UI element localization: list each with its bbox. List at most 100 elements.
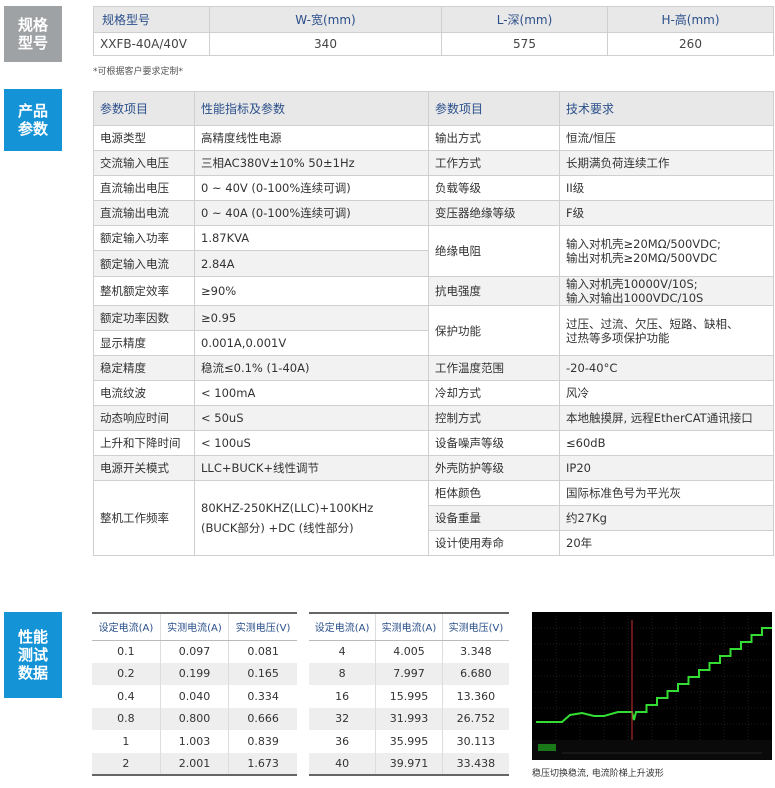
tech-param-value: II级 xyxy=(559,175,774,201)
set-current-cell: 2 xyxy=(92,752,161,776)
param-name: 上升和下降时间 xyxy=(93,430,195,456)
measured-voltage-cell: 6.680 xyxy=(442,662,509,685)
measured-current-cell: 0.097 xyxy=(160,640,230,663)
tech-param-name: 设计使用寿命 xyxy=(428,530,560,556)
set-current-cell: 0.2 xyxy=(92,662,161,685)
param-value: < 100mA xyxy=(194,380,429,406)
scope-status-bar xyxy=(532,740,772,760)
test-row: 4 4.005 3.348 xyxy=(309,640,509,663)
measured-current-cell: 0.040 xyxy=(160,685,230,708)
measured-current-cell: 39.971 xyxy=(375,752,443,776)
tech-param-name: 设备噪声等级 xyxy=(428,430,560,456)
measured-current-cell: 0.199 xyxy=(160,662,230,685)
tech-param-value: ≤60dB xyxy=(559,430,774,456)
param-value: 80KHZ-250KHZ(LLC)+100KHz (BUCK部分) +DC (线… xyxy=(194,480,429,556)
param-item-header: 参数项目 xyxy=(93,91,195,126)
tech-param-name: 外壳防护等级 xyxy=(428,455,560,481)
param-value: 稳流≤0.1% (1-40A) xyxy=(194,355,429,381)
test-row: 0.1 0.097 0.081 xyxy=(92,640,297,663)
set-current-cell: 1 xyxy=(92,730,161,753)
tech-param-name: 输出方式 xyxy=(428,125,560,151)
model-value: XXFB-40A/40V xyxy=(93,32,210,56)
param-value: 0.001A,0.001V xyxy=(194,330,429,356)
measured-current-cell: 4.005 xyxy=(375,640,443,663)
tech-param-name: 保护功能 xyxy=(428,305,560,356)
test-row: 16 15.995 13.360 xyxy=(309,685,509,708)
tech-requirement-header: 技术要求 xyxy=(559,91,774,126)
param-name: 额定输入电流 xyxy=(93,250,195,277)
measured-current-cell: 35.995 xyxy=(375,730,443,753)
depth-value: 575 xyxy=(441,32,608,56)
set-current-cell: 0.4 xyxy=(92,685,161,708)
section-label-params: 产品 参数 xyxy=(4,89,62,151)
measured-voltage-cell: 30.113 xyxy=(456,734,496,748)
param-name: 电源开关模式 xyxy=(93,455,195,481)
tech-param-value: 输入对机壳≥20MΩ/500VDC; 输出对机壳≥20MΩ/500VDC xyxy=(559,225,774,277)
channel-indicator xyxy=(538,744,556,751)
measured-voltage-cell: 3.348 xyxy=(460,645,492,658)
test-row: 0.4 0.040 0.334 xyxy=(92,685,297,708)
measured-current-cell: 0.800 xyxy=(160,707,230,730)
tech-param-name: 柜体颜色 xyxy=(428,480,560,506)
measured-voltage-cell: 33.438 xyxy=(442,752,509,776)
test-table-left: 设定电流(A) 实测电流(A) 实测电压(V) 0.1 0.097 0.081 0.2… xyxy=(92,612,297,776)
measured-current-cell: 7.997 xyxy=(375,662,443,685)
param-value: LLC+BUCK+线性调节 xyxy=(194,455,429,481)
tech-param-value: 国际标准色号为平光灰 xyxy=(559,480,774,506)
tech-param-value: 约27Kg xyxy=(559,505,774,531)
tech-param-value: 恒流/恒压 xyxy=(559,125,774,151)
test-row: 8 7.997 6.680 xyxy=(309,662,509,685)
param-value: 0 ~ 40A (0-100%连续可调) xyxy=(194,200,429,226)
tech-param-name: 工作温度范围 xyxy=(428,355,560,381)
param-value: 1.87KVA xyxy=(194,225,429,251)
set-current-header: 设定电流(A) xyxy=(92,612,161,641)
param-value: ≥0.95 xyxy=(194,305,429,331)
height-value: 260 xyxy=(607,32,774,56)
set-current-cell: 4 xyxy=(309,640,377,663)
set-current-cell: 0.8 xyxy=(92,707,161,730)
param-name: 电流纹波 xyxy=(93,380,195,406)
tech-param-value: 过压、过流、欠压、短路、缺相、 过热等多项保护功能 xyxy=(559,305,774,356)
tech-param-name: 设备重量 xyxy=(428,505,560,531)
measured-voltage-header: 实测电压(V) xyxy=(442,612,509,641)
param-name: 稳定精度 xyxy=(93,355,195,381)
tech-param-value: IP20 xyxy=(559,455,774,481)
tech-param-value: 风冷 xyxy=(559,380,774,406)
set-current-cell: 36 xyxy=(309,730,377,753)
set-current-cell: 8 xyxy=(309,662,377,685)
model-header: 规格型号 xyxy=(93,6,210,33)
param-name: 额定输入功率 xyxy=(93,225,195,251)
measured-current-cell: 31.993 xyxy=(375,707,443,730)
test-row: 1 1.003 0.839 xyxy=(92,730,297,753)
tech-param-value: 本地触摸屏, 远程EtherCAT通讯接口 xyxy=(559,405,774,431)
scope-caption: 稳压切换稳流, 电流阶梯上升波形 xyxy=(532,769,664,779)
param-value: 高精度线性电源 xyxy=(194,125,429,151)
set-current-cell: 32 xyxy=(309,707,377,730)
param-value: 2.84A xyxy=(194,250,429,277)
width-header: W-宽(mm) xyxy=(209,6,442,33)
param-name: 电源类型 xyxy=(93,125,195,151)
model-table: 规格型号 W-宽(mm) L-深(mm) H-高(mm) XXFB-40A/40… xyxy=(93,6,774,56)
params-table: 参数项目 性能指标及参数 参数项目 技术要求 电源类型 高精度线性电源 输出方式 恒流… xyxy=(93,91,774,556)
set-current-cell: 40 xyxy=(309,752,377,776)
measured-voltage-cell: 1.673 xyxy=(228,752,297,776)
tech-param-name: 抗电强度 xyxy=(428,276,560,306)
width-value: 340 xyxy=(209,32,442,56)
test-row: 36 35.995 30.113 xyxy=(309,730,509,753)
tech-param-value: 20年 xyxy=(559,530,774,556)
measured-voltage-cell: 13.360 xyxy=(456,689,496,703)
measured-current-header: 实测电流(A) xyxy=(375,612,443,641)
oscilloscope-screenshot xyxy=(532,612,773,760)
measured-current-cell: 2.001 xyxy=(160,752,230,776)
set-current-cell: 0.1 xyxy=(92,640,161,663)
height-header: H-高(mm) xyxy=(607,6,774,33)
test-table-right: 设定电流(A) 实测电流(A) 实测电压(V) 4 4.005 3.348 8 7.99… xyxy=(309,612,509,776)
param-value: < 100uS xyxy=(194,430,429,456)
measured-voltage-cell: 0.334 xyxy=(247,689,279,703)
measured-voltage-cell: 26.752 xyxy=(442,707,509,730)
tech-param-name: 变压器绝缘等级 xyxy=(428,200,560,226)
tech-param-value: F级 xyxy=(559,200,774,226)
depth-header: L-深(mm) xyxy=(441,6,608,33)
param-value: 三相AC380V±10% 50±1Hz xyxy=(194,150,429,176)
param-name: 额定功率因数 xyxy=(93,305,195,331)
